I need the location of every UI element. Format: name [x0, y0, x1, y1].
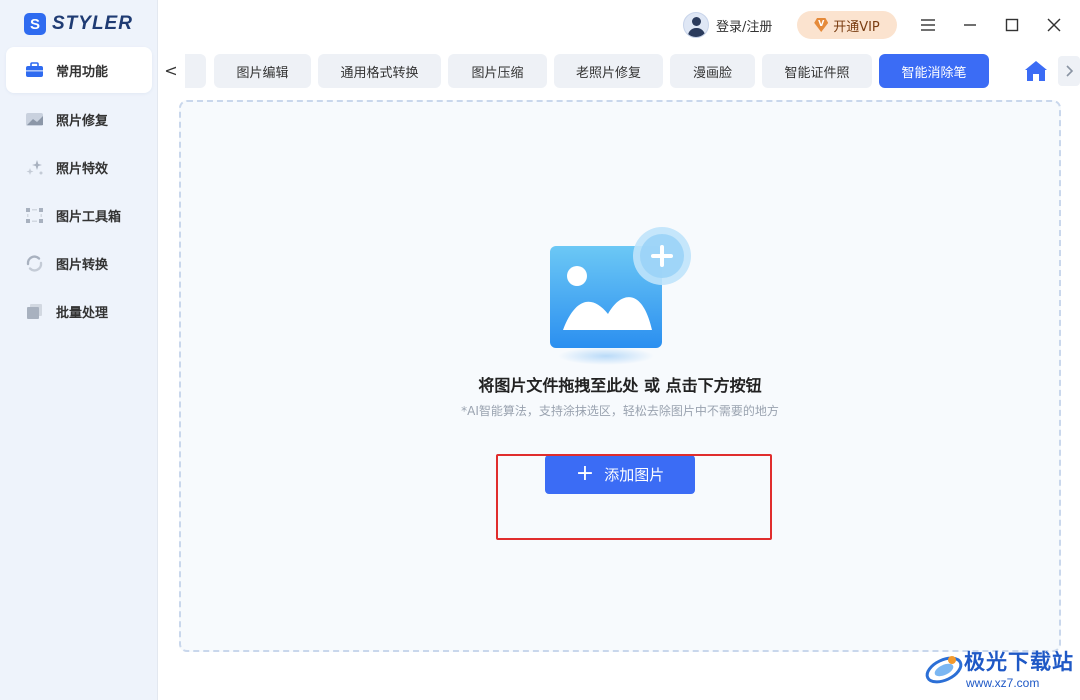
login-register-link[interactable]: 登录/注册: [716, 16, 772, 35]
watermark-title: 极光下载站: [964, 650, 1074, 674]
watermark-logo-icon: [925, 656, 963, 684]
chevron-right-icon: [1065, 65, 1073, 77]
tab-smart-eraser[interactable]: 智能消除笔: [879, 54, 989, 88]
home-icon[interactable]: [1022, 56, 1050, 86]
tab-image-compress[interactable]: 图片压缩: [448, 54, 547, 88]
tab-id-photo[interactable]: 智能证件照: [762, 54, 872, 88]
add-image-illustration-icon: [550, 226, 695, 366]
logo-badge: S: [24, 13, 46, 35]
sidebar-item-label: 常用功能: [56, 64, 109, 80]
convert-cycle-icon: [25, 255, 44, 272]
login-area[interactable]: 登录/注册: [683, 11, 772, 39]
watermark: 极光下载站 www.xz7.com: [924, 644, 1076, 696]
watermark-url: www.xz7.com: [966, 676, 1040, 690]
tab-cartoon-face[interactable]: 漫画脸: [670, 54, 755, 88]
sidebar-item-label: 图片转换: [56, 257, 109, 273]
vip-button[interactable]: V 开通VIP: [797, 11, 897, 39]
sidebar-item-photo-repair[interactable]: 照片修复: [6, 96, 152, 142]
sidebar-item-batch[interactable]: 批量处理: [6, 288, 152, 334]
sidebar-item-common[interactable]: 常用功能: [6, 47, 152, 93]
sidebar-item-label: 照片修复: [56, 113, 109, 129]
avatar-icon: [683, 12, 709, 38]
tabs-next-button[interactable]: [1058, 56, 1080, 86]
vip-label: 开通VIP: [833, 19, 880, 35]
tab-format-convert[interactable]: 通用格式转换: [318, 54, 441, 88]
drop-zone-subtitle: *AI智能算法，支持涂抹选区，轻松去除图片中不需要的地方: [461, 404, 779, 418]
maximize-icon[interactable]: [999, 12, 1025, 38]
sidebar-item-image-convert[interactable]: 图片转换: [6, 240, 152, 286]
highlight-annotation-box: [496, 454, 772, 540]
tab-old-photo-repair[interactable]: 老照片修复: [554, 54, 663, 88]
sidebar-item-label: 批量处理: [56, 305, 109, 321]
photo-repair-icon: [25, 111, 44, 128]
vip-badge-letter: V: [818, 19, 825, 28]
sidebar-item-label: 照片特效: [56, 161, 109, 177]
close-icon[interactable]: [1041, 12, 1067, 38]
tabs-prev-button[interactable]: <: [164, 59, 178, 81]
sidebar-item-image-toolbox[interactable]: 图片工具箱: [6, 192, 152, 238]
sidebar-item-label: 图片工具箱: [56, 209, 122, 225]
drop-zone-title: 将图片文件拖拽至此处 或 点击下方按钮: [478, 376, 762, 395]
tab-partial: [185, 54, 206, 88]
sidebar-item-photo-effects[interactable]: 照片特效: [6, 144, 152, 190]
app-name: STYLER: [52, 13, 133, 34]
menu-icon[interactable]: [915, 12, 941, 38]
sidebar: S STYLER 常用功能 照片修复 照片特效 图片工具箱 图片转换 批量处理: [0, 0, 158, 700]
toolbox-icon: [25, 62, 44, 79]
tab-image-edit[interactable]: 图片编辑: [214, 54, 311, 88]
app-logo: S STYLER: [24, 12, 133, 36]
stack-icon: [25, 303, 44, 320]
minimize-icon[interactable]: [957, 12, 983, 38]
sparkle-icon: [25, 159, 44, 176]
crop-frame-icon: [25, 207, 44, 224]
diamond-icon: V: [814, 18, 829, 32]
